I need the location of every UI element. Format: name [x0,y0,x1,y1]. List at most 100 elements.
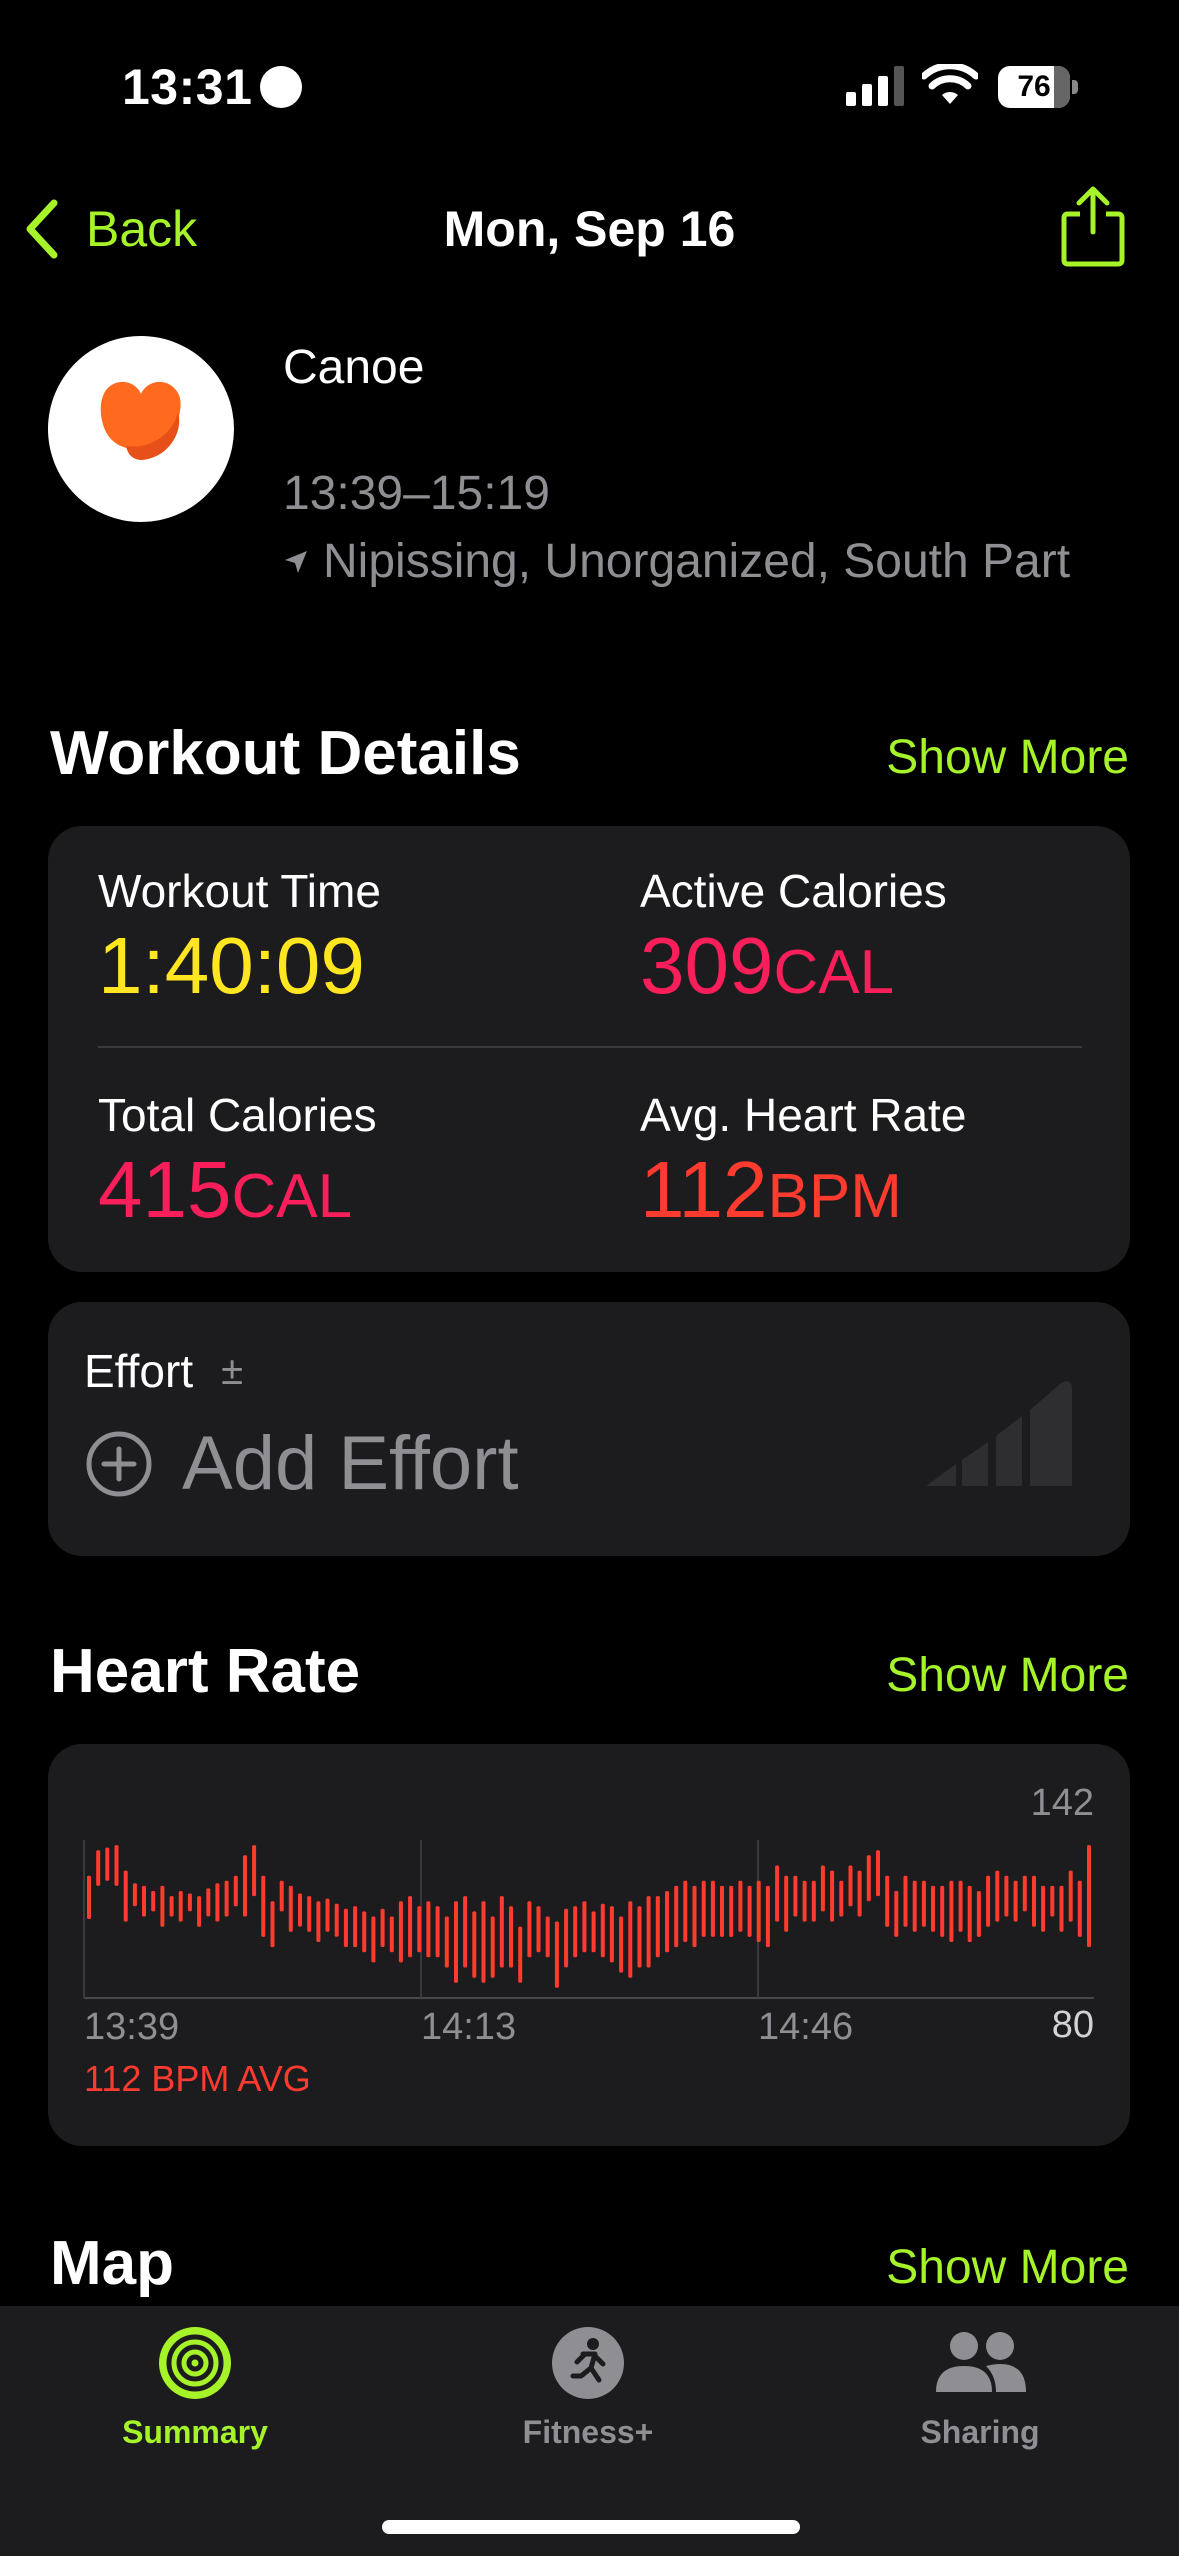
add-effort-label: Add Effort [182,1421,519,1506]
heart-rate-bar [619,1916,624,1973]
heart-rate-bar [949,1880,954,1942]
heart-rate-bar [609,1906,614,1963]
wifi-icon [922,64,978,104]
plus-minus-icon: ± [221,1348,244,1393]
heart-rate-bar [307,1896,312,1932]
stat-value-active-calories: 309CAL [640,921,895,1010]
chart-x-label: 13:39 [84,2006,180,2048]
heart-rate-bar [87,1875,91,1919]
people-icon [936,2332,1026,2392]
heart-rate-bar [426,1901,431,1958]
heart-rate-bar [279,1880,284,1912]
battery-level: 76 [1017,70,1051,103]
heart-rate-bar [169,1896,174,1917]
heart-rate-bar [298,1893,302,1927]
heart-rate-bar [215,1883,220,1922]
map-title: Map [50,2229,174,2298]
heart-rate-bar [958,1880,963,1932]
heart-rate-bar [573,1906,578,1958]
heart-rate-bar [408,1896,413,1958]
tab-label: Fitness+ [522,2414,654,2450]
stat-label: Workout Time [98,865,381,917]
stat-label: Total Calories [98,1089,377,1141]
heart-rate-bar [380,1908,385,1947]
heart-rate-bar [921,1880,926,1927]
heart-rate-bar [894,1891,899,1937]
heart-rate-bar [765,1885,770,1948]
heart-rate-bar [582,1901,587,1953]
chart-x-label: 14:46 [758,2006,854,2048]
heart-rate-bar [325,1898,330,1932]
heart-rate-bar [811,1880,816,1922]
heart-rate-bar [839,1880,844,1917]
heart-rate-bar [435,1906,440,1958]
heart-rate-bar [802,1880,807,1922]
heart-rate-show-more[interactable]: Show More [886,1648,1129,1703]
heart-rate-bar [518,1926,523,1983]
heart-rate-bar [756,1880,761,1942]
heart-rate-bar [527,1901,532,1958]
heart-rate-bar [490,1916,495,1978]
add-effort-button[interactable]: Add Effort [84,1420,519,1507]
stat-value-total-calories: 415CAL [98,1145,353,1234]
heart-rate-bar [160,1885,165,1927]
heart-rate-bar [472,1911,477,1978]
heart-rate-bar [674,1885,679,1948]
heart-rate-title: Heart Rate [50,1637,361,1706]
chart-x-label: 14:13 [421,2006,517,2048]
workout-details-show-more[interactable]: Show More [886,730,1129,785]
heart-rate-bar [692,1885,697,1948]
heart-rate-bar [105,1847,110,1881]
heart-rate-bar [536,1906,541,1953]
divider [98,1046,1082,1048]
heart-rate-bar [261,1875,266,1937]
heart-rate-bar [481,1901,486,1983]
heart-rate-bar [132,1883,137,1907]
activity-rings-icon [159,2327,231,2399]
heart-rate-bar [187,1893,192,1912]
heart-rate-bar [903,1875,908,1927]
heart-rate-card[interactable]: 142 13:39 14:13 14:46 80 112 BPM AVG [48,1744,1130,2146]
page-title: Mon, Sep 16 [443,201,736,257]
heart-rate-bar [151,1891,156,1912]
heart-rate-bar [142,1885,146,1917]
heart-rate-bar [820,1865,825,1912]
battery-icon: 76 [998,66,1078,108]
heart-rate-bar [729,1885,734,1937]
heart-rate-bar [233,1875,238,1907]
share-icon[interactable] [1058,184,1128,268]
tab-label: Summary [122,2414,268,2450]
tab-sharing[interactable] [830,2326,1130,2405]
heart-rate-bar [243,1855,247,1917]
recording-indicator [260,66,302,108]
heart-rate-bar [967,1885,972,1942]
tab-summary[interactable] [45,2326,345,2405]
activity-time-range: 13:39–15:19 [283,467,550,520]
location-arrow-icon [285,550,307,573]
heart-rate-bar [362,1911,367,1953]
heart-rate-bar [710,1880,715,1937]
heart-rate-bar [830,1870,835,1922]
heart-rate-bar [848,1865,853,1907]
heart-rate-bar [1013,1880,1018,1922]
heart-rate-bar [637,1906,642,1968]
workout-details-title: Workout Details [50,719,521,788]
heart-rate-bar [995,1870,1000,1922]
heart-rate-bar [775,1865,780,1922]
chart-ymax-label: 142 [1030,1782,1094,1824]
heart-rate-bar [353,1906,358,1948]
tab-fitness-plus[interactable] [438,2326,738,2405]
canoe-icon [100,381,181,460]
heart-rate-bar [1077,1880,1082,1937]
heart-rate-bar [720,1885,724,1937]
effort-header: Effort ± [84,1344,243,1398]
heart-rate-bar [784,1875,789,1932]
map-show-more[interactable]: Show More [886,2240,1129,2295]
heart-rate-bar [591,1911,596,1953]
heart-rate-bar [747,1885,752,1937]
heart-rate-bar [554,1921,559,1988]
heart-rate-bar [683,1880,688,1942]
heart-rate-bar [628,1901,633,1978]
heart-rate-bar [940,1885,945,1937]
home-indicator[interactable] [382,2520,800,2534]
